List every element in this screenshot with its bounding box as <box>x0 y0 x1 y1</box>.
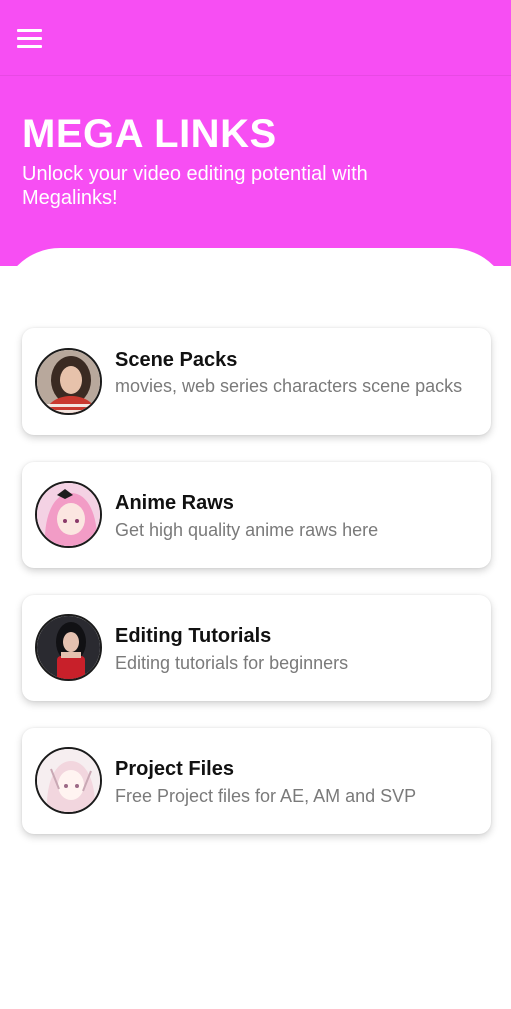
app-screen: MEGA LINKS Unlock your video editing pot… <box>0 0 511 1009</box>
content-curve <box>0 248 511 328</box>
card-anime-raws[interactable]: Anime Raws Get high quality anime raws h… <box>22 462 491 568</box>
card-description: Editing tutorials for beginners <box>115 653 349 673</box>
card-title: Anime Raws <box>115 492 234 514</box>
card-description: movies, web series characters scene pack… <box>115 376 463 396</box>
anime-girl-pink-avatar <box>35 481 102 548</box>
card-title: Editing Tutorials <box>115 625 272 647</box>
woman-red-dress-avatar <box>35 614 102 681</box>
card-scene-packs[interactable]: Scene Packs movies, web series character… <box>22 328 491 435</box>
top-app-bar <box>0 0 511 76</box>
hamburger-menu-icon[interactable] <box>10 20 48 56</box>
anime-girl-sketch-avatar <box>35 747 102 814</box>
card-editing-tutorials[interactable]: Editing Tutorials Editing tutorials for … <box>22 595 491 701</box>
card-description: Get high quality anime raws here <box>115 520 379 540</box>
woman-portrait-avatar <box>35 348 102 415</box>
hero-banner: MEGA LINKS Unlock your video editing pot… <box>0 76 511 266</box>
hero-title: MEGA LINKS <box>22 112 277 156</box>
card-description: Free Project files for AE, AM and SVP <box>115 786 417 806</box>
card-title: Scene Packs <box>115 349 238 371</box>
card-project-files[interactable]: Project Files Free Project files for AE,… <box>22 728 491 834</box>
card-title: Project Files <box>115 758 234 780</box>
hero-subtitle: Unlock your video editing potential with… <box>22 163 368 209</box>
